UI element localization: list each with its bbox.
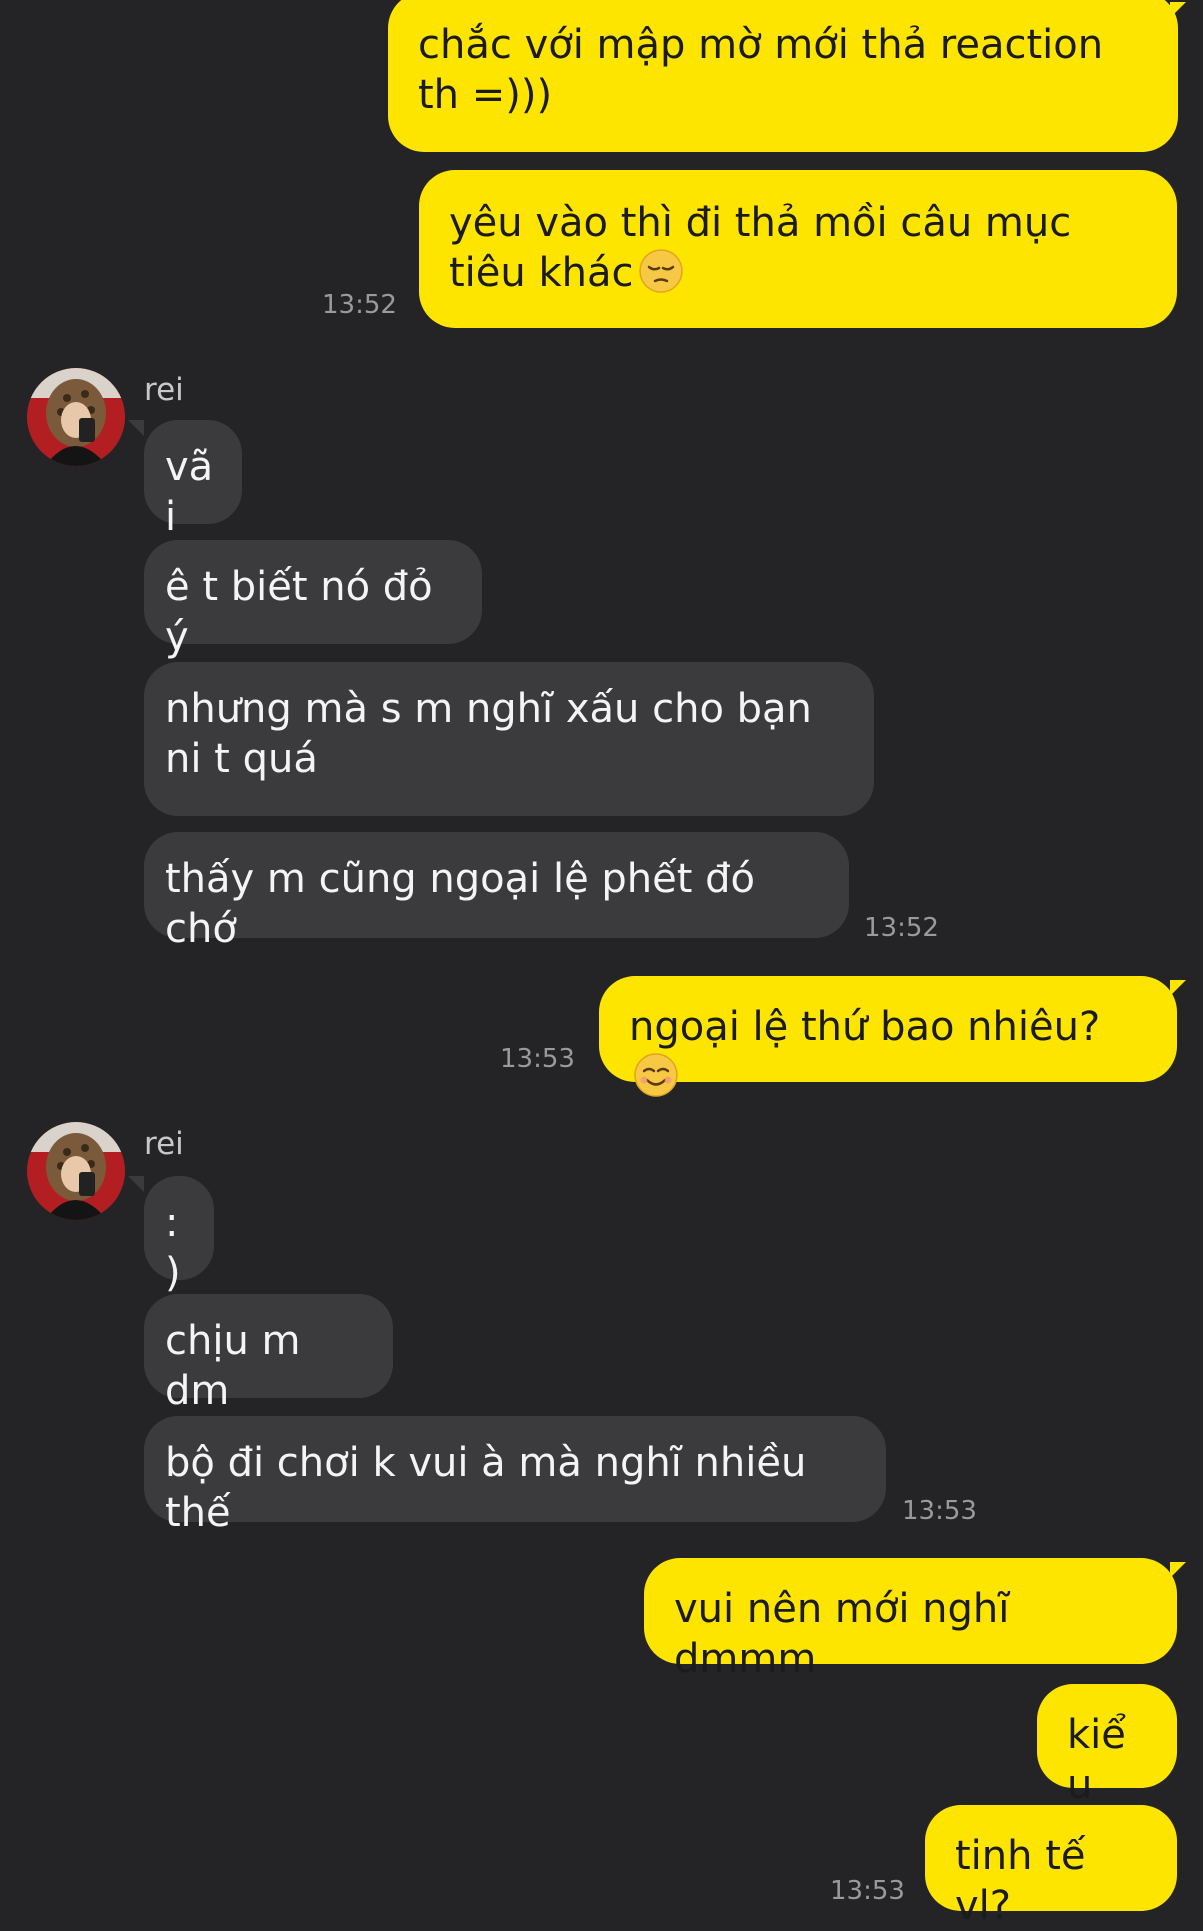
message-text: kiểu	[1067, 1712, 1126, 1808]
pensive-face-icon	[638, 248, 684, 294]
smiling-face-icon	[633, 1052, 679, 1098]
their-message-bubble[interactable]: thấy m cũng ngoại lệ phết đó chớ	[144, 832, 849, 952]
their-message-bubble[interactable]: chịu m dm	[144, 1294, 393, 1414]
chat-thread[interactable]: chắc với mập mờ mới thả reaction th =)))…	[0, 0, 1203, 1929]
message-text: tinh tế vl?	[955, 1833, 1086, 1929]
bubble-tail	[128, 420, 144, 436]
contact-avatar[interactable]	[27, 368, 125, 466]
timestamp: 13:52	[322, 290, 397, 320]
their-message-bubble[interactable]: bộ đi chơi k vui à mà nghĩ nhiều thế	[144, 1416, 886, 1536]
bubble-tail	[1170, 980, 1186, 996]
my-message-bubble[interactable]: yêu vào thì đi thả mồi câu mục tiêu khác	[419, 170, 1177, 328]
contact-avatar[interactable]	[27, 1122, 125, 1220]
timestamp: 13:53	[500, 1044, 575, 1074]
message-text: thấy m cũng ngoại lệ phết đó chớ	[165, 856, 756, 952]
message-text: chịu m dm	[165, 1318, 301, 1414]
message-text: bộ đi chơi k vui à mà nghĩ nhiều thế	[165, 1440, 807, 1536]
timestamp: 13:53	[830, 1876, 905, 1906]
their-message-bubble[interactable]: nhưng mà s m nghĩ xấu cho bạn ni t quá	[144, 662, 874, 816]
timestamp: 13:52	[864, 913, 939, 943]
message-text: :)	[165, 1200, 181, 1296]
their-message-bubble[interactable]: :)	[144, 1176, 214, 1296]
my-message-bubble[interactable]: tinh tế vl?	[925, 1805, 1177, 1929]
contact-name: rei	[144, 372, 184, 408]
my-message-bubble[interactable]: kiểu	[1037, 1684, 1177, 1808]
my-message-bubble[interactable]: vui nên mới nghĩ dmmm	[644, 1558, 1177, 1682]
message-text: vui nên mới nghĩ dmmm	[674, 1586, 1010, 1682]
message-text: yêu vào thì đi thả mồi câu mục tiêu khác	[449, 200, 1072, 296]
message-text: nhưng mà s m nghĩ xấu cho bạn ni t quá	[165, 686, 812, 782]
message-text: ê t biết nó đỏ ý	[165, 564, 433, 660]
message-text: chắc với mập mờ mới thả reaction th =)))	[418, 22, 1104, 118]
their-message-bubble[interactable]: vãi	[144, 420, 242, 540]
message-text: ngoại lệ thứ bao nhiêu?	[629, 1004, 1101, 1050]
timestamp: 13:53	[902, 1496, 977, 1526]
bubble-tail	[1170, 2, 1186, 18]
bubble-tail	[1170, 1562, 1186, 1578]
bubble-tail	[128, 1176, 144, 1192]
message-text: vãi	[165, 444, 214, 540]
their-message-bubble[interactable]: ê t biết nó đỏ ý	[144, 540, 482, 660]
contact-name: rei	[144, 1126, 184, 1162]
my-message-bubble[interactable]: ngoại lệ thứ bao nhiêu?	[599, 976, 1177, 1097]
my-message-bubble[interactable]: chắc với mập mờ mới thả reaction th =)))	[388, 0, 1178, 152]
